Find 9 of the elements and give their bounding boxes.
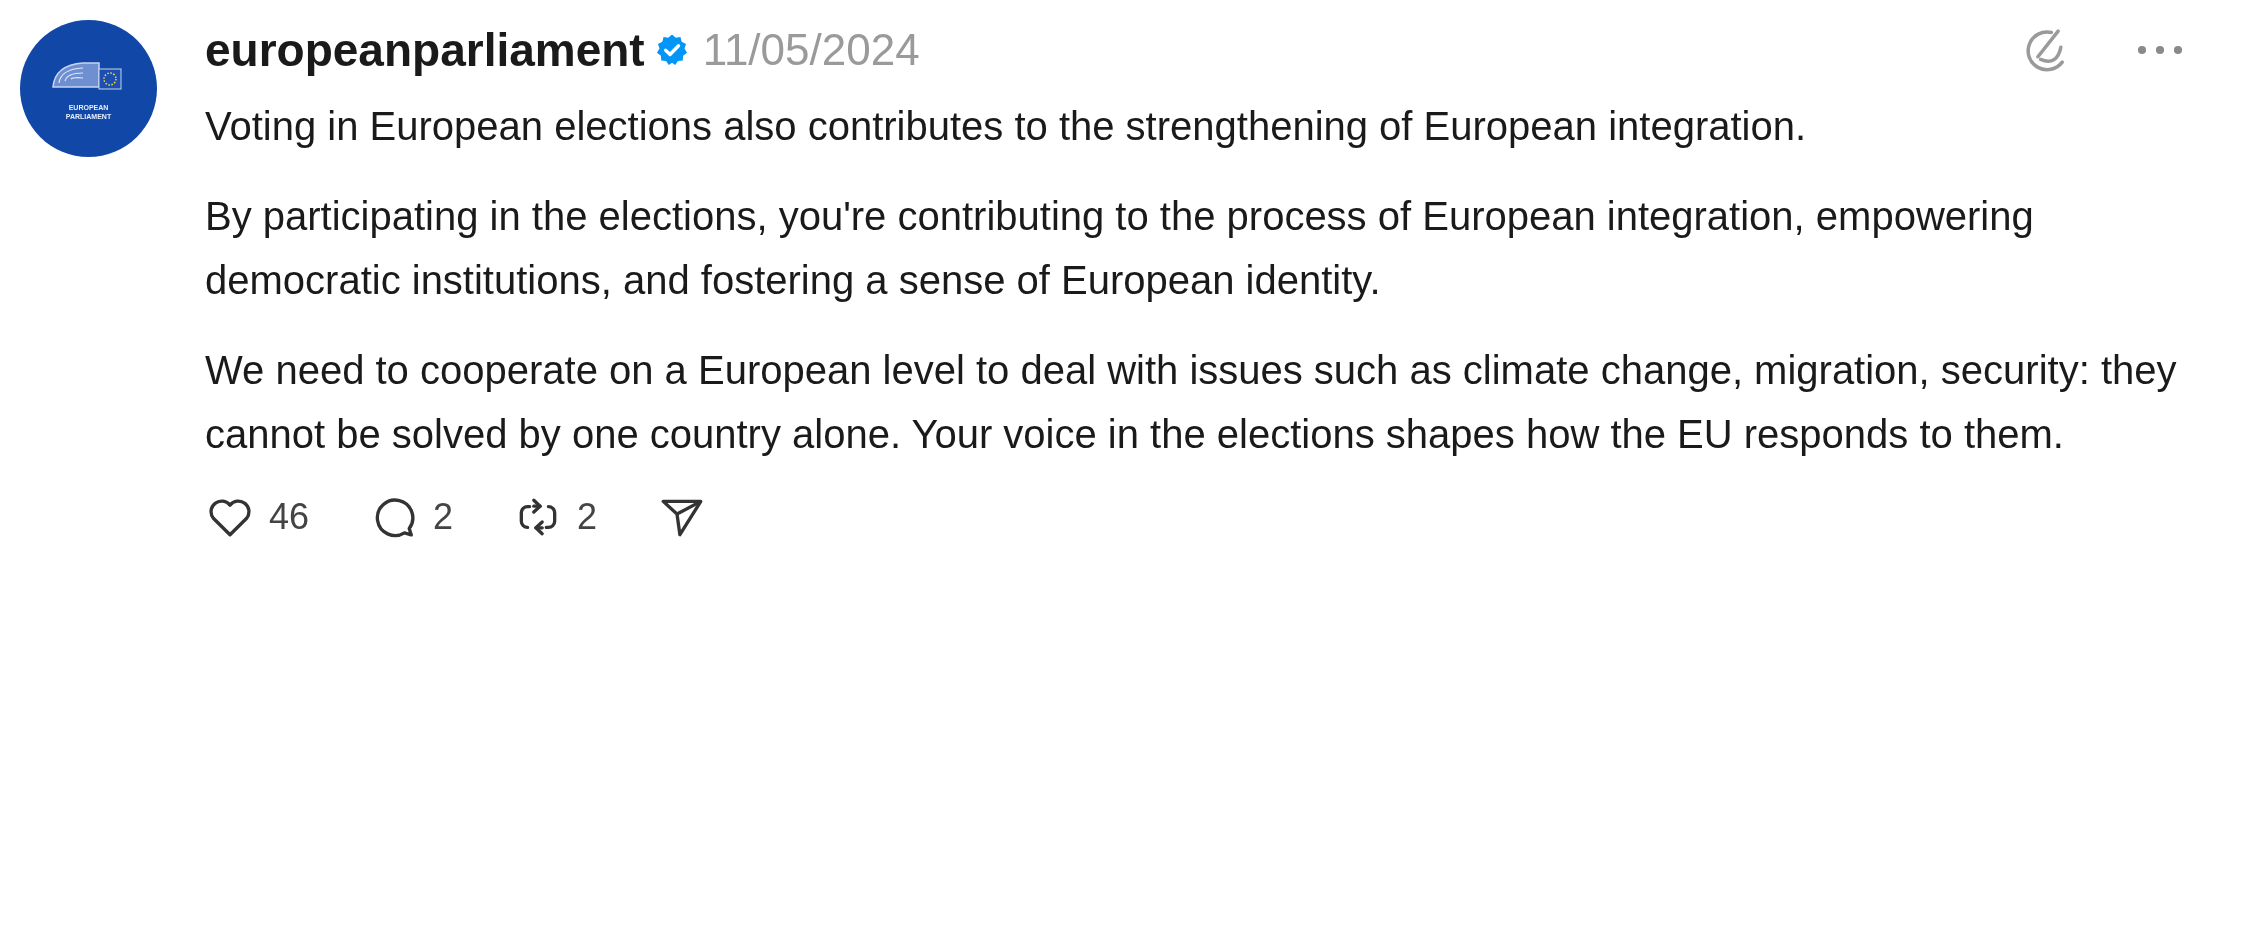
post-paragraph: Voting in European elections also contributes to the strengthening of European integration. <box>205 103 1808 150</box>
action-count: 2 <box>433 496 454 538</box>
post-paragraph: We need to cooperate on a European level to deal with issues such as climate change, migration, security: they cannot be solved by one country alone. Your voice in the elections shapes how the EU responds to them. <box>205 347 2178 458</box>
more-icon[interactable] <box>2135 44 2185 56</box>
action-count: 46 <box>269 496 310 538</box>
post-paragraph: By participating in the elections, you're contributing to the process of European integration, empowering democratic institutions, and fostering a sense of European identity. <box>205 193 2035 304</box>
post-date: 11/05/2024 <box>702 25 920 75</box>
action-count: 2 <box>577 496 598 538</box>
username[interactable]: europeanparliament <box>205 23 645 77</box>
